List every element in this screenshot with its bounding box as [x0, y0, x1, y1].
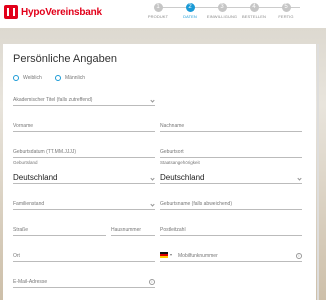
- step-einwilligung: 3 EINWILLIGUNG: [206, 3, 238, 19]
- step-daten[interactable]: 2 DATEN: [172, 3, 208, 19]
- page-title: Persönliche Angaben: [13, 53, 117, 65]
- academic-title-select[interactable]: Akademischer Titel (falls zutreffend): [13, 92, 155, 106]
- street-input[interactable]: Straße: [13, 222, 106, 236]
- scrollbar[interactable]: [317, 44, 319, 300]
- postal-code-input[interactable]: Postleitzahl: [160, 222, 302, 236]
- radio-circle-icon: [55, 75, 61, 81]
- info-icon[interactable]: i: [296, 253, 302, 259]
- personal-data-form: Persönliche Angaben Weiblich Männlich Ak…: [3, 44, 316, 300]
- radio-female[interactable]: Weiblich: [13, 75, 42, 81]
- chevron-down-icon: [150, 202, 155, 207]
- brand-logo[interactable]: HypoVereinsbank: [4, 5, 102, 19]
- info-icon[interactable]: i: [149, 279, 155, 285]
- birth-surname-input[interactable]: Geburtsname (falls abweichend): [160, 196, 302, 210]
- marital-status-select[interactable]: Familienstand: [13, 196, 155, 210]
- chevron-down-icon[interactable]: ▾: [170, 252, 172, 257]
- birth-date-input[interactable]: Geburtsdatum (TT.MM.JJJJ): [13, 144, 155, 158]
- top-bar: HypoVereinsbank 1 PRODUKT 2 DATEN 3 EINW…: [0, 0, 326, 28]
- progress-stepper: 1 PRODUKT 2 DATEN 3 EINWILLIGUNG 4 BESTE…: [140, 3, 316, 25]
- birth-country-select[interactable]: Geburtsland Deutschland: [13, 160, 155, 184]
- chevron-down-icon: [297, 176, 302, 181]
- germany-flag-icon[interactable]: [160, 252, 168, 258]
- step-bestellen: 4 BESTELLEN: [241, 3, 267, 19]
- chevron-down-icon: [150, 176, 155, 181]
- step-fertig: 5 FERTIG: [278, 3, 294, 19]
- mobile-number-input[interactable]: ▾ Mobilfunknummer i: [160, 248, 302, 262]
- house-number-input[interactable]: Hausnummer: [111, 222, 155, 236]
- step-produkt[interactable]: 1 PRODUKT: [140, 3, 176, 19]
- last-name-input[interactable]: Nachname: [160, 118, 302, 132]
- birth-place-input[interactable]: Geburtsort: [160, 144, 302, 158]
- hvb-logo-icon: [4, 5, 18, 19]
- chevron-down-icon: [150, 98, 155, 103]
- radio-circle-icon: [13, 75, 19, 81]
- radio-male[interactable]: Männlich: [55, 75, 85, 81]
- brand-name: HypoVereinsbank: [21, 6, 102, 18]
- first-name-input[interactable]: Vorname: [13, 118, 155, 132]
- city-input[interactable]: Ort: [13, 248, 155, 262]
- nationality-select[interactable]: Staatsangehörigkeit Deutschland: [160, 160, 302, 184]
- email-input[interactable]: E-Mail-Adresse i: [13, 274, 155, 288]
